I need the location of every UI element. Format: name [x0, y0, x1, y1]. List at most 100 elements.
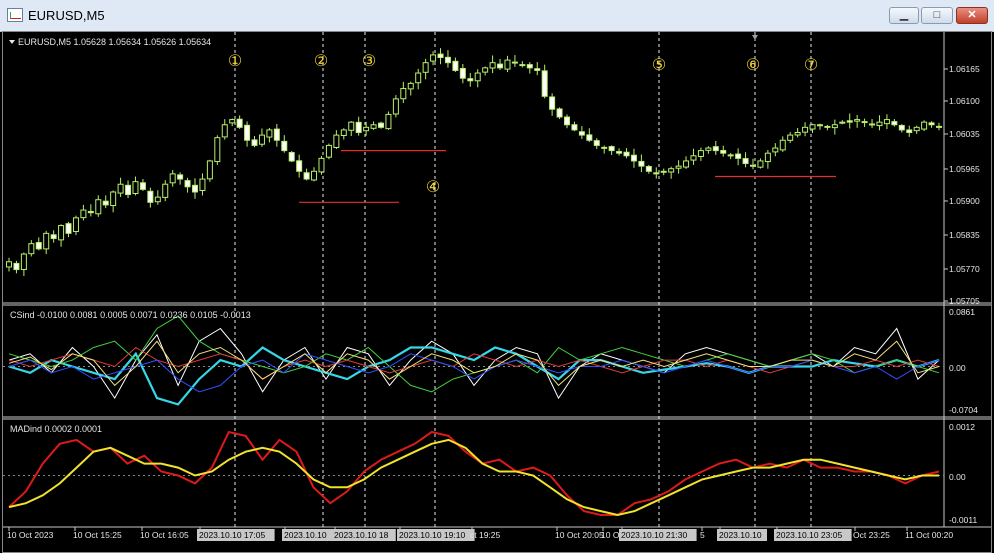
- candle-body: [318, 157, 325, 173]
- candle: [921, 120, 928, 132]
- candle-body: [519, 64, 526, 67]
- time-tick-label: 11 Oct 00:20: [905, 530, 953, 540]
- candle: [378, 121, 384, 129]
- candle-body: [147, 190, 154, 203]
- candle-body: [802, 126, 809, 133]
- candle-body: [608, 146, 615, 152]
- time-tick-label: 2023.10.10 23:05: [776, 530, 842, 540]
- candle-body: [504, 59, 511, 70]
- candle-body: [296, 160, 303, 172]
- candle-body: [154, 196, 161, 203]
- candle: [385, 111, 392, 130]
- candle-body: [311, 170, 318, 181]
- candle-body: [764, 152, 771, 163]
- candle-body: [184, 180, 191, 188]
- candle-body: [928, 122, 935, 126]
- candle-body: [824, 125, 831, 128]
- price-tick-label: 1.05965: [949, 164, 980, 174]
- candle-body: [221, 124, 228, 138]
- candle-body: [392, 98, 399, 115]
- price-tick-label: 1.05900: [949, 196, 980, 206]
- candle-body: [690, 155, 697, 161]
- chart-window[interactable]: ① ② ③ ④ ⑤ ⑥ ⑦ 1.06165 1.06100 1.06035 1.05965 1.05…: [2, 31, 992, 553]
- candle-body: [660, 170, 667, 173]
- candle-body: [869, 123, 876, 126]
- candle-body: [467, 78, 474, 82]
- candle-body: [601, 146, 608, 149]
- candle-body: [898, 124, 905, 131]
- candle-body: [638, 160, 645, 167]
- candle-body: [630, 154, 637, 162]
- madind-tick-label: 0.0012: [949, 422, 975, 432]
- madind-tick-label: -0.0011: [949, 515, 977, 525]
- time-tick-label: 2023.10.10: [284, 530, 327, 540]
- candle-body: [400, 88, 407, 100]
- candle-body: [727, 154, 734, 157]
- candle-body: [526, 64, 533, 69]
- candle-body: [258, 134, 265, 145]
- candle-body: [645, 165, 652, 172]
- candle-body: [787, 134, 794, 141]
- candle-body: [333, 134, 340, 148]
- candle-body: [20, 253, 27, 271]
- minimize-button[interactable]: ▁: [889, 7, 919, 24]
- time-tick-label: 2023.10.10 19:10: [399, 530, 465, 540]
- window-title: EURUSD,M5: [28, 8, 105, 23]
- candle-body: [214, 137, 221, 163]
- time-tick-label: ct 19:25: [470, 530, 501, 540]
- marker-number-4: ④: [426, 179, 440, 196]
- candle-body: [385, 113, 392, 130]
- csind-tick-label: 0.0861: [949, 307, 975, 317]
- time-tick-label: 10 Oct 20:05: [555, 530, 604, 540]
- candle-body: [846, 120, 853, 123]
- candle: [325, 143, 332, 160]
- candle-body: [28, 243, 35, 255]
- candle-body: [593, 140, 600, 146]
- madind-pane-header: MADind 0.0002 0.0001: [10, 424, 102, 434]
- time-tick-label: 2023.10.10 21:30: [621, 530, 687, 540]
- candle-body: [854, 119, 861, 122]
- price-tick-label: 1.05770: [949, 264, 980, 274]
- candle-body: [921, 121, 928, 130]
- candle-body: [58, 225, 65, 241]
- candle-body: [556, 108, 563, 118]
- maximize-button[interactable]: □: [921, 7, 953, 24]
- candle-body: [750, 164, 756, 167]
- candle-body: [169, 173, 176, 184]
- candle-body: [266, 129, 273, 138]
- candle-body: [80, 209, 87, 219]
- candle-body: [489, 62, 496, 69]
- candle-body: [117, 183, 124, 194]
- candle-body: [95, 199, 102, 215]
- candle-body: [675, 165, 682, 169]
- candle-body: [653, 172, 660, 175]
- time-tick-label: 10 Oct 16:05: [140, 530, 189, 540]
- candle-body: [497, 63, 504, 69]
- chart-app-icon: [7, 8, 23, 22]
- candle-body: [288, 152, 295, 162]
- time-tick-label: 5: [700, 530, 705, 540]
- candle-body: [816, 124, 823, 127]
- marker-number-7: ⑦: [804, 57, 818, 74]
- candle: [318, 155, 325, 175]
- candle-body: [340, 129, 347, 136]
- marker-number-5: ⑤: [652, 57, 666, 74]
- time-tick-label: 2023.10.10 18: [334, 530, 389, 540]
- chart-canvas[interactable]: ① ② ③ ④ ⑤ ⑥ ⑦ 1.06165 1.06100 1.06035 1.05965 1.05…: [3, 32, 991, 552]
- madind-tick-label: 0.00: [949, 472, 966, 482]
- candle-body: [370, 124, 377, 129]
- candle-body: [474, 72, 481, 82]
- candle-body: [459, 67, 466, 79]
- candle-body: [244, 124, 251, 141]
- candle-body: [251, 139, 258, 146]
- candle-body: [437, 53, 444, 59]
- candle-body: [348, 121, 355, 131]
- csind-tick-label: -0.0704: [949, 405, 978, 415]
- candle-body: [199, 178, 206, 191]
- candle-body: [735, 153, 742, 159]
- candle-body: [452, 60, 459, 71]
- candle-body: [110, 191, 117, 207]
- candle-body: [236, 118, 243, 128]
- close-button[interactable]: ✕: [956, 7, 988, 24]
- window-title-bar[interactable]: EURUSD,M5 ▁ □ ✕: [0, 0, 994, 32]
